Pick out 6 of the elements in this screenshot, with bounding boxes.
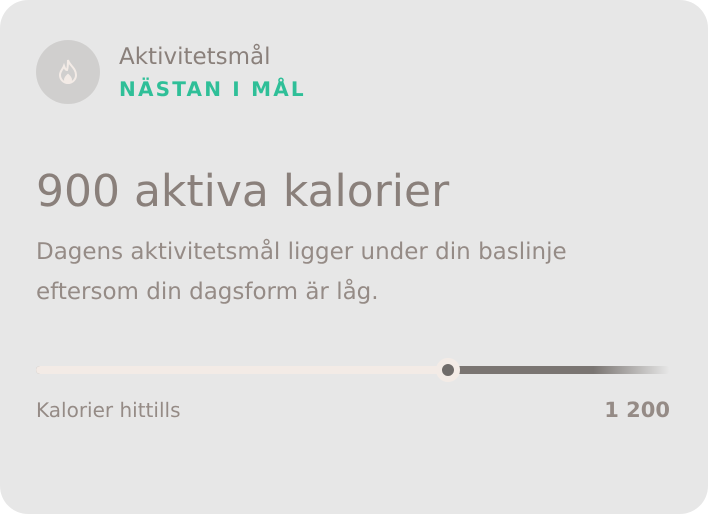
progress-label: Kalorier hittills — [36, 398, 180, 422]
status-label: NÄSTAN I MÅL — [119, 77, 306, 101]
calories-headline: 900 aktiva kalorier — [36, 165, 450, 219]
description: Dagens aktivitetsmål ligger under din baslinje eftersom din dagsform är låg. — [36, 238, 568, 307]
goal-title: Aktivitetsmål — [119, 43, 272, 71]
goal-value: 1 200 — [604, 398, 670, 422]
